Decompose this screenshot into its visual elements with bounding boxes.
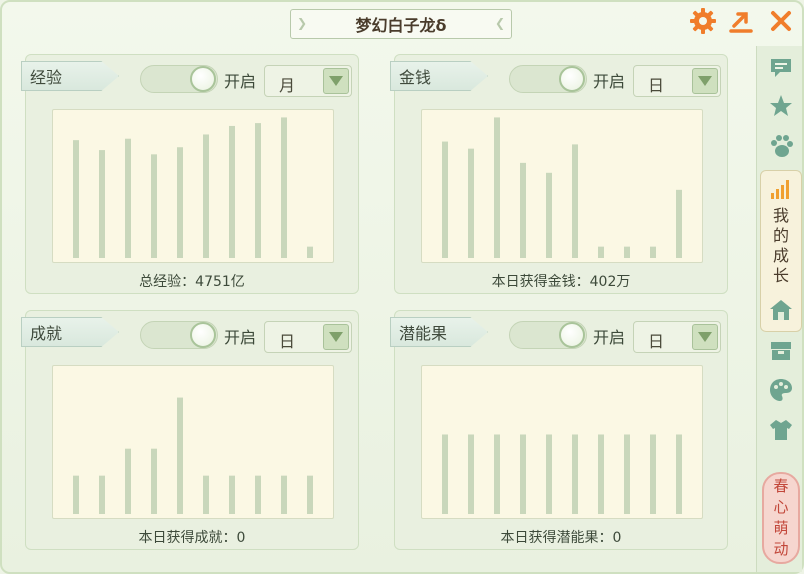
bar-chart (52, 109, 334, 263)
toggle-knob[interactable] (190, 66, 216, 92)
title-deco-right: ❮ (494, 16, 505, 30)
toggle-switch[interactable] (509, 321, 587, 349)
gear-icon[interactable] (688, 6, 718, 36)
chart-bar (546, 434, 552, 514)
chart-bar (650, 434, 656, 514)
period-select-value: 日 (648, 332, 665, 351)
toggle-label: 开启 (224, 72, 257, 91)
close-icon[interactable] (766, 6, 796, 36)
chevron-down-icon[interactable] (692, 324, 718, 350)
chart-bar (676, 434, 682, 514)
chart-bar (99, 475, 105, 514)
chart-bar (598, 246, 604, 258)
chart-bar (281, 475, 287, 514)
chart-bar (307, 475, 313, 514)
chart-bar (151, 154, 157, 258)
house-icon[interactable] (765, 294, 797, 326)
period-select[interactable]: 月 (264, 65, 352, 97)
bar-chart (421, 365, 703, 519)
export-arrow-icon[interactable] (726, 6, 756, 36)
chart-bar (468, 148, 474, 258)
chart-bar (229, 475, 235, 514)
panel-footer: 总经验：4751亿 (139, 274, 245, 290)
chart-bar (572, 144, 578, 258)
chart-bar (468, 434, 474, 514)
panel-footer: 本日获得潜能果：0 (500, 530, 622, 546)
toggle-label: 开启 (593, 72, 626, 91)
star-icon[interactable] (765, 90, 797, 122)
toggle-label: 开启 (593, 328, 626, 347)
toggle-switch[interactable] (140, 321, 218, 349)
chart-bar (99, 150, 105, 258)
chart-bar (203, 475, 209, 514)
bar-chart (52, 365, 334, 519)
window-title-plate: ❯ 梦幻白子龙δ ❮ (290, 9, 512, 39)
chart-bar (572, 434, 578, 514)
shirt-icon[interactable] (765, 414, 797, 446)
chart-bar (598, 434, 604, 514)
chat-bubble-icon[interactable] (765, 52, 797, 84)
palette-icon[interactable] (765, 374, 797, 406)
panel-experience: 经验 开启 月 总经验：4751亿 (21, 54, 359, 294)
toggle-knob[interactable] (190, 322, 216, 348)
spring-event-label: 春心萌动 (773, 477, 789, 558)
chart-bar (624, 434, 630, 514)
chart-bar (442, 434, 448, 514)
toggle-knob[interactable] (559, 66, 585, 92)
panel-footer: 本日获得成就：0 (138, 530, 246, 546)
period-select-value: 月 (279, 76, 296, 95)
window-title: 梦幻白子龙δ (355, 16, 447, 35)
chart-bar (125, 448, 131, 514)
period-select[interactable]: 日 (264, 321, 352, 353)
title-deco-left: ❯ (297, 16, 308, 30)
chart-bar (281, 117, 287, 258)
toggle-switch[interactable] (140, 65, 218, 93)
chart-bar (546, 172, 552, 258)
bar-chart (421, 109, 703, 263)
chevron-down-icon[interactable] (323, 68, 349, 94)
chart-bar (177, 397, 183, 514)
panel-achievement: 成就 开启 日 本日获得成就：0 (21, 310, 359, 550)
chart-bar (151, 448, 157, 514)
toggle-switch[interactable] (509, 65, 587, 93)
chart-bar (203, 134, 209, 258)
chart-bar (255, 123, 261, 258)
chart-bar (307, 246, 313, 258)
chart-bar (624, 246, 630, 258)
toggle-knob[interactable] (559, 322, 585, 348)
chart-bar (442, 141, 448, 258)
chevron-down-icon[interactable] (692, 68, 718, 94)
chart-bar (73, 140, 79, 258)
chart-bar (494, 117, 500, 258)
chest-icon[interactable] (765, 334, 797, 366)
chart-bar (520, 162, 526, 258)
chart-bar (494, 434, 500, 514)
chart-bar (177, 147, 183, 258)
panel-footer: 本日获得金钱：402万 (491, 274, 631, 290)
panel-potential-fruit: 潜能果 开启 日 本日获得潜能果：0 (390, 310, 728, 550)
panel-tag: 成就 (21, 317, 119, 347)
panel-money: 金钱 开启 日 本日获得金钱：402万 (390, 54, 728, 294)
panel-tag: 金钱 (390, 61, 488, 91)
chart-bar (255, 475, 261, 514)
period-select-value: 日 (279, 332, 296, 351)
chart-bar (229, 125, 235, 258)
sidebar: 我的成长 春心萌动 (756, 46, 802, 572)
growth-window: ❯ 梦幻白子龙δ ❮ 经验 开启 月 总经验：4751亿 金钱 开启 日 本日获… (0, 0, 804, 574)
chart-bar (650, 246, 656, 258)
period-select[interactable]: 日 (633, 321, 721, 353)
chart-bar (73, 475, 79, 514)
chevron-down-icon[interactable] (323, 324, 349, 350)
chart-bar (520, 434, 526, 514)
signal-bars-icon (765, 172, 797, 204)
paw-icon[interactable] (765, 130, 797, 162)
period-select[interactable]: 日 (633, 65, 721, 97)
toggle-label: 开启 (224, 328, 257, 347)
sidebar-item-my-growth-label: 我的成长 (772, 206, 789, 285)
panel-tag: 经验 (21, 61, 119, 91)
chart-bar (125, 138, 131, 258)
panel-tag: 潜能果 (390, 317, 488, 347)
period-select-value: 日 (648, 76, 665, 95)
chart-bar (676, 189, 682, 258)
